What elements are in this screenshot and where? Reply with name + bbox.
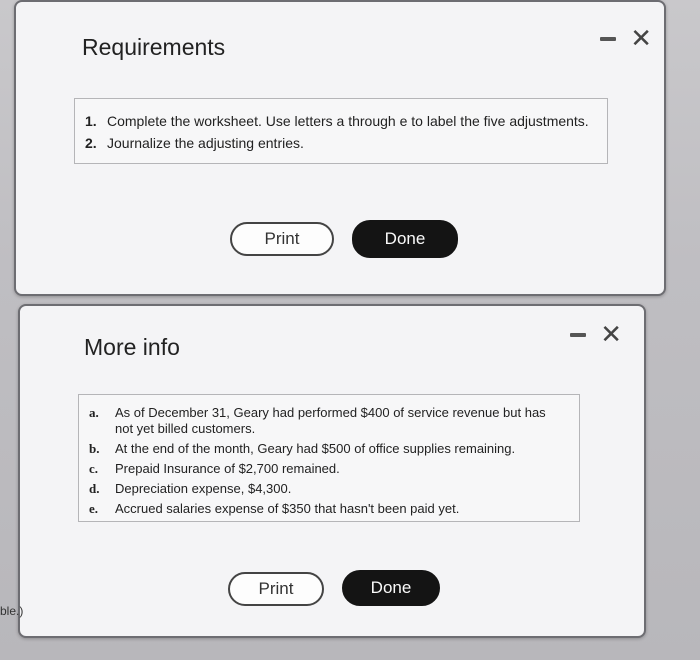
close-icon[interactable]: ✕ xyxy=(630,26,652,52)
close-icon[interactable]: ✕ xyxy=(600,322,622,348)
done-button[interactable]: Done xyxy=(342,570,440,606)
info-letter: d. xyxy=(89,481,100,496)
requirement-text: Complete the worksheet. Use letters a th… xyxy=(107,113,589,129)
info-text: Accrued salaries expense of $350 that ha… xyxy=(115,501,460,516)
print-button[interactable]: Print xyxy=(230,222,334,256)
info-text: Prepaid Insurance of $2,700 remained. xyxy=(115,461,340,476)
more-info-dialog: ✕ More info a. As of December 31, Geary … xyxy=(18,304,646,638)
requirements-dialog: ✕ Requirements 1. Complete the worksheet.… xyxy=(14,0,666,296)
minimize-icon[interactable] xyxy=(600,37,617,41)
requirement-text: Journalize the adjusting entries. xyxy=(107,135,304,151)
info-item: a. As of December 31, Geary had performe… xyxy=(89,405,565,437)
print-button[interactable]: Print xyxy=(228,572,324,606)
info-letter: a. xyxy=(89,405,99,420)
background-partial-text: ble.) xyxy=(0,604,24,618)
window-controls: ✕ xyxy=(600,26,652,52)
info-text: At the end of the month, Geary had $500 … xyxy=(115,441,516,456)
window-controls: ✕ xyxy=(570,322,622,348)
requirement-item: 1. Complete the worksheet. Use letters a … xyxy=(85,113,589,129)
more-info-box: a. As of December 31, Geary had performe… xyxy=(78,394,580,522)
minimize-icon[interactable] xyxy=(570,333,587,337)
info-text: As of December 31, Geary had performed $… xyxy=(115,405,546,436)
dialog-title: Requirements xyxy=(82,34,226,60)
dialog-title: More info xyxy=(84,334,180,360)
info-letter: b. xyxy=(89,441,100,456)
info-item: e. Accrued salaries expense of $350 that… xyxy=(89,501,565,517)
done-button[interactable]: Done xyxy=(352,220,458,258)
info-text: Depreciation expense, $4,300. xyxy=(115,481,292,496)
info-item: d. Depreciation expense, $4,300. xyxy=(89,481,565,497)
requirements-box: 1. Complete the worksheet. Use letters a … xyxy=(74,98,608,164)
requirement-number: 1. xyxy=(85,113,97,129)
info-item: b. At the end of the month, Geary had $5… xyxy=(89,441,565,457)
info-letter: e. xyxy=(89,501,99,516)
requirement-number: 2. xyxy=(85,135,97,151)
requirement-item: 2. Journalize the adjusting entries. xyxy=(85,135,304,151)
info-item: c. Prepaid Insurance of $2,700 remained. xyxy=(89,461,565,477)
info-letter: c. xyxy=(89,461,99,476)
